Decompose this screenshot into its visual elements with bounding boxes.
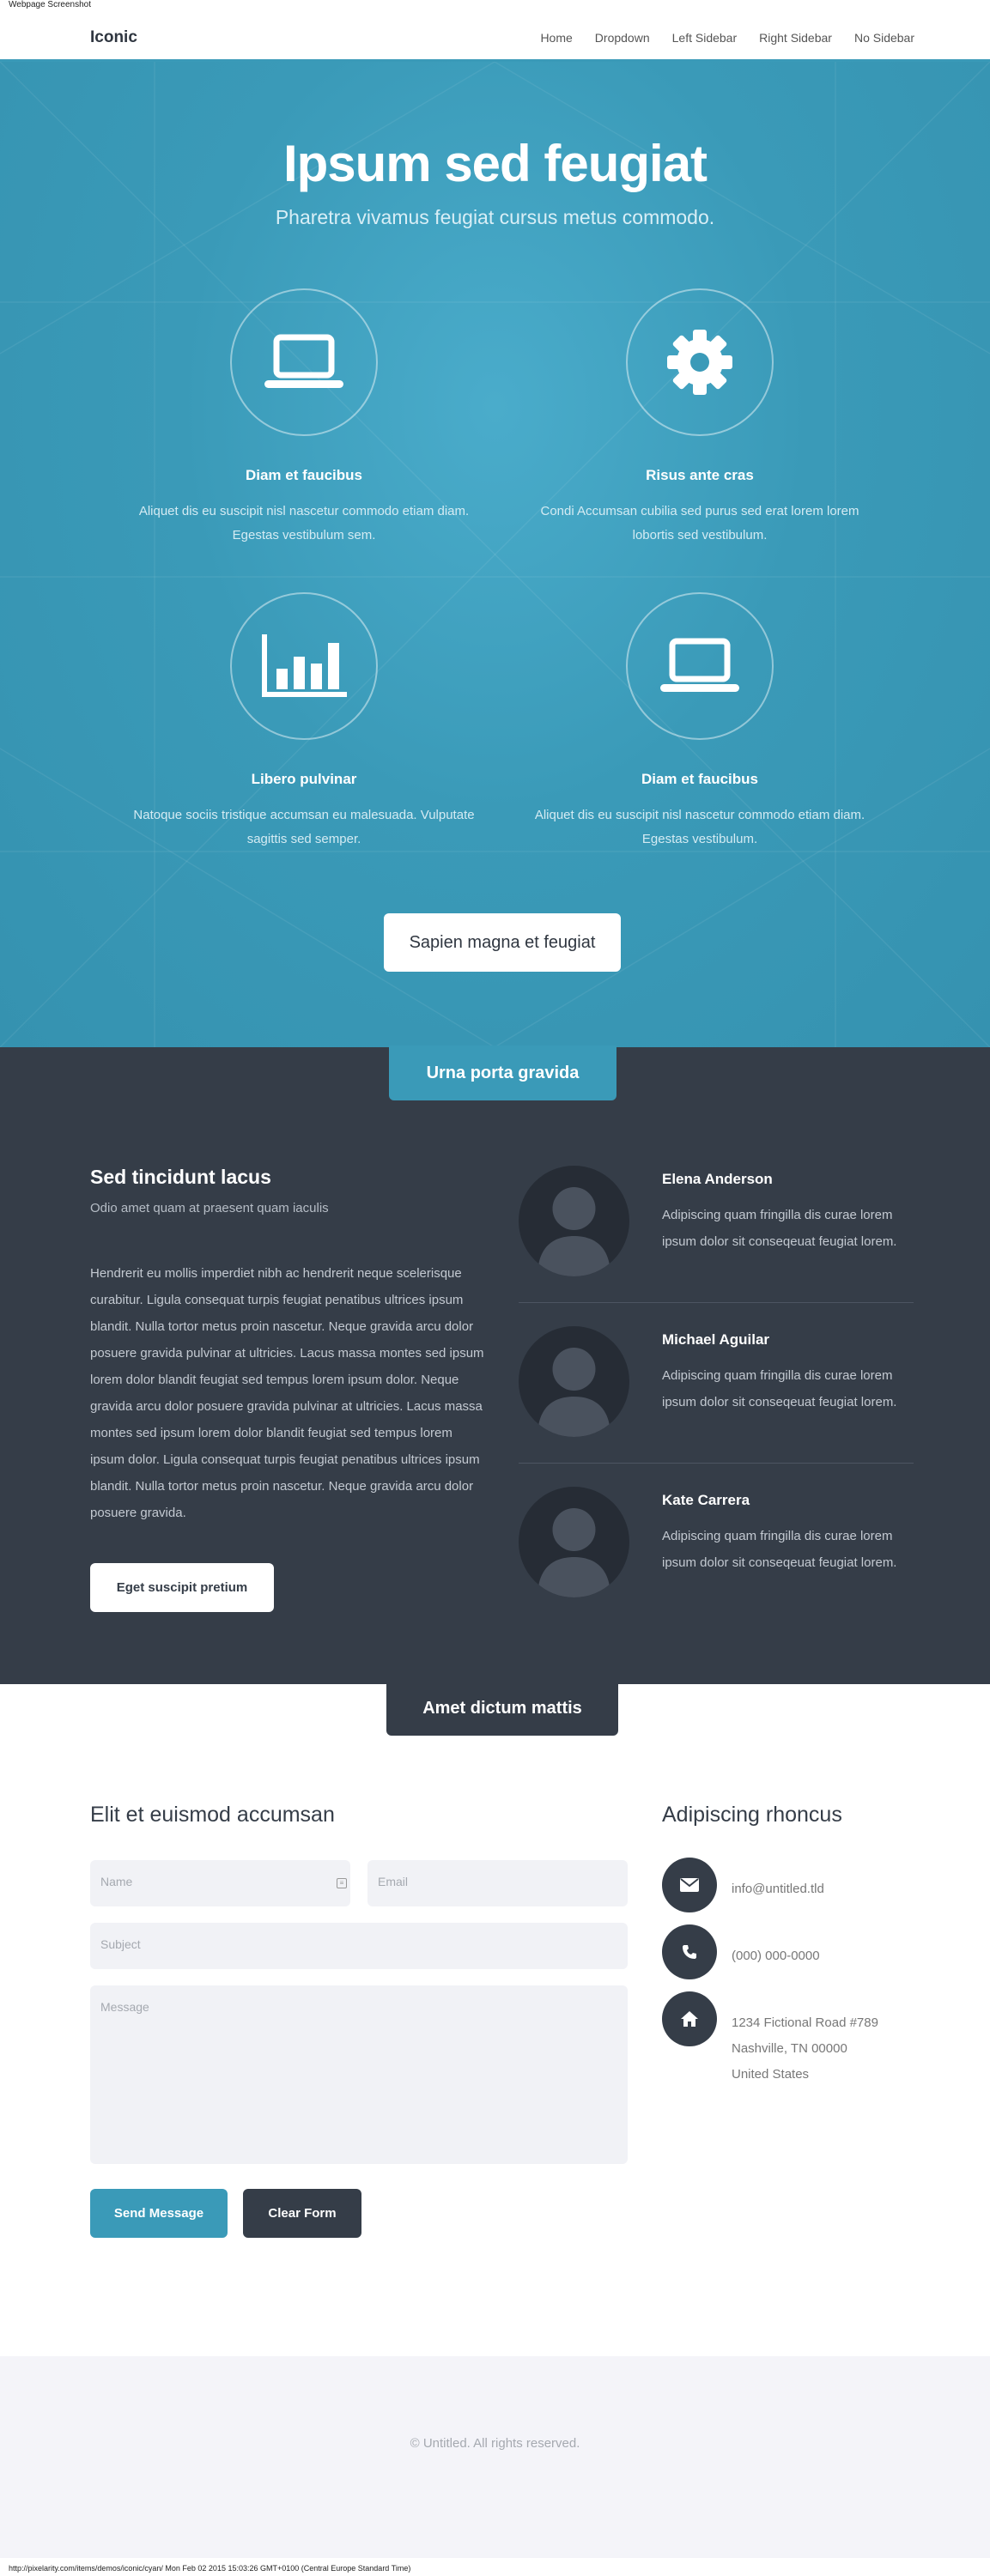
gear-icon xyxy=(667,330,732,395)
team-heading: Sed tincidunt lacus xyxy=(90,1166,271,1188)
autofill-icon[interactable]: ≡ xyxy=(337,1878,347,1888)
screenshot-footer-url: http://pixelarity.com/items/demos/iconic… xyxy=(9,2564,411,2573)
team-intro: Sed tincidunt lacus Odio amet quam at pr… xyxy=(90,1166,485,1526)
contact-email[interactable]: info@untitled.tld xyxy=(732,1876,824,1902)
hero-cta-button[interactable]: Sapien magna et feugiat xyxy=(384,913,621,972)
member-divider xyxy=(519,1463,914,1464)
team-member-1: Elena Anderson Adipiscing quam fringilla… xyxy=(519,1166,914,1294)
envelope-icon xyxy=(662,1858,717,1912)
message-field[interactable]: Message xyxy=(90,1985,628,2164)
team-body-text: Hendrerit eu mollis imperdiet nibh ac he… xyxy=(90,1266,484,1520)
avatar xyxy=(519,1166,629,1276)
feature-2-title: Risus ante cras xyxy=(646,467,754,483)
main-nav: Home Dropdown Left Sidebar Right Sidebar… xyxy=(540,31,914,45)
feature-2-text: Condi Accumsan cubilia sed purus sed era… xyxy=(540,504,859,542)
contact-form-title: Elit et euismod accumsan xyxy=(90,1803,335,1827)
nav-no-sidebar[interactable]: No Sidebar xyxy=(854,31,914,45)
feature-1: Diam et faucibus Aliquet dis eu suscipit… xyxy=(124,288,484,548)
copyright: © Untitled. All rights reserved. xyxy=(410,2436,580,2451)
address-line-2: Nashville, TN 00000 xyxy=(732,2041,847,2056)
member-name: Kate Carrera xyxy=(662,1492,750,1508)
member-name: Elena Anderson xyxy=(662,1171,773,1187)
hero-subtitle: Pharetra vivamus feugiat cursus metus co… xyxy=(275,206,715,228)
logo[interactable]: Iconic xyxy=(90,28,137,47)
team-button[interactable]: Eget suscipit pretium xyxy=(90,1563,274,1612)
team-section-tab: Urna porta gravida xyxy=(389,1046,616,1100)
address-line-3: United States xyxy=(732,2067,810,2082)
feature-4-circle xyxy=(626,592,774,740)
member-description: Adipiscing quam fringilla dis curae lore… xyxy=(662,1368,897,1409)
feature-1-title: Diam et faucibus xyxy=(245,467,363,483)
laptop-icon xyxy=(264,334,343,388)
clear-form-button[interactable]: Clear Form xyxy=(243,2189,361,2238)
feature-1-text: Aliquet dis eu suscipit nisl nascetur co… xyxy=(138,504,470,542)
screenshot-caption: Webpage Screenshot xyxy=(9,0,91,9)
user-silhouette-icon xyxy=(538,1187,610,1276)
feature-2: Risus ante cras Condi Accumsan cubilia s… xyxy=(519,288,880,548)
send-message-button[interactable]: Send Message xyxy=(90,2189,228,2238)
nav-dropdown[interactable]: Dropdown xyxy=(595,31,650,45)
laptop-icon xyxy=(660,638,739,692)
contact-address: 1234 Fictional Road #789 Nashville, TN 0… xyxy=(732,2010,878,2088)
contact-phone: (000) 000-0000 xyxy=(732,1949,820,1963)
feature-2-circle xyxy=(626,288,774,436)
contact-section-tab: Amet dictum mattis xyxy=(386,1681,618,1736)
header: Iconic Home Dropdown Left Sidebar Right … xyxy=(0,15,990,62)
feature-1-circle xyxy=(230,288,378,436)
feature-4: Diam et faucibus Aliquet dis eu suscipit… xyxy=(519,592,880,852)
feature-3-title: Libero pulvinar xyxy=(251,771,357,787)
home-icon xyxy=(662,1991,717,2046)
email-field[interactable]: Email xyxy=(367,1860,628,1906)
feature-3-text: Natoque sociis tristique accumsan eu mal… xyxy=(133,808,475,846)
feature-3: Libero pulvinar Natoque sociis tristique… xyxy=(124,592,484,852)
nav-left-sidebar[interactable]: Left Sidebar xyxy=(672,31,738,45)
contact-info-title: Adipiscing rhoncus xyxy=(662,1803,842,1827)
feature-4-title: Diam et faucibus xyxy=(641,771,759,787)
subject-field[interactable]: Subject xyxy=(90,1923,628,1969)
phone-icon xyxy=(662,1924,717,1979)
feature-3-circle xyxy=(230,592,378,740)
avatar xyxy=(519,1326,629,1437)
user-silhouette-icon xyxy=(538,1348,610,1437)
member-name: Michael Aguilar xyxy=(662,1331,770,1348)
footer xyxy=(0,2356,990,2558)
member-description: Adipiscing quam fringilla dis curae lore… xyxy=(662,1208,897,1249)
team-member-3: Kate Carrera Adipiscing quam fringilla d… xyxy=(519,1487,914,1615)
feature-4-text: Aliquet dis eu suscipit nisl nascetur co… xyxy=(534,808,865,846)
user-silhouette-icon xyxy=(538,1508,610,1597)
nav-right-sidebar[interactable]: Right Sidebar xyxy=(759,31,832,45)
bar-chart-icon xyxy=(262,634,347,697)
hero-title: Ipsum sed feugiat xyxy=(282,135,708,192)
address-line-1: 1234 Fictional Road #789 xyxy=(732,2015,878,2030)
avatar xyxy=(519,1487,629,1597)
team-member-2: Michael Aguilar Adipiscing quam fringill… xyxy=(519,1326,914,1455)
hero-section: Ipsum sed feugiat Pharetra vivamus feugi… xyxy=(0,62,990,1047)
member-description: Adipiscing quam fringilla dis curae lore… xyxy=(662,1529,897,1570)
name-field[interactable]: Name xyxy=(90,1860,350,1906)
nav-home[interactable]: Home xyxy=(540,31,572,45)
member-divider xyxy=(519,1302,914,1303)
team-tagline: Odio amet quam at praesent quam iaculis xyxy=(90,1201,329,1215)
